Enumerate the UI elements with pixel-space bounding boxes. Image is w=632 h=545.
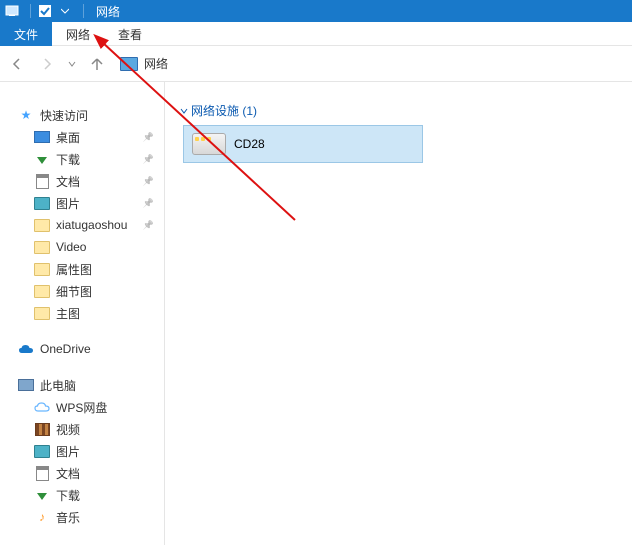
folder-icon [34,261,50,277]
sidebar-group-onedrive: OneDrive [0,338,164,360]
sidebar-item-label: 音乐 [56,509,80,526]
tab-network[interactable]: 网络 [52,22,104,46]
tab-view-label: 查看 [118,26,142,43]
sidebar-thispc[interactable]: 此电脑 [8,374,164,396]
router-icon [192,133,226,155]
network-app-icon [4,3,20,19]
tab-file-label: 文件 [14,26,38,43]
document-icon [34,465,50,481]
device-name: CD28 [234,137,265,151]
sidebar-item-downloads[interactable]: 下载 [8,148,164,170]
sidebar-item-documents[interactable]: 文档 [8,170,164,192]
checkbox-icon[interactable] [37,3,53,19]
sidebar-item-label: 桌面 [56,129,80,146]
film-icon [34,421,50,437]
window-title: 网络 [96,3,120,20]
picture-icon [34,195,50,211]
sidebar-item-label: 文档 [56,465,80,482]
sidebar-item-desktop[interactable]: 桌面 [8,126,164,148]
sidebar-group-quickaccess: ★ 快速访问 桌面 下载 文档 图片 xiatugaoshou Video 属性… [0,104,164,324]
sidebar-item-label: 属性图 [56,261,92,278]
desktop-icon [34,129,50,145]
document-icon [34,173,50,189]
sidebar-onedrive[interactable]: OneDrive [8,338,164,360]
sidebar-item-music[interactable]: ♪ 音乐 [8,506,164,528]
sidebar: ★ 快速访问 桌面 下载 文档 图片 xiatugaoshou Video 属性… [0,82,165,545]
sidebar-quickaccess[interactable]: ★ 快速访问 [8,104,164,126]
folder-icon [34,239,50,255]
nav-back-button[interactable] [6,53,28,75]
nav-up-button[interactable] [86,53,108,75]
sidebar-item-label: 主图 [56,305,80,322]
sidebar-item-documents2[interactable]: 文档 [8,462,164,484]
sidebar-item-video[interactable]: Video [8,236,164,258]
sidebar-item-downloads2[interactable]: 下载 [8,484,164,506]
wps-cloud-icon [34,399,50,415]
sidebar-item-label: WPS网盘 [56,399,107,416]
network-icon [120,57,138,71]
sidebar-item-xiatugaoshou[interactable]: xiatugaoshou [8,214,164,236]
category-label: 网络设施 (1) [191,102,257,119]
folder-icon [34,283,50,299]
tab-view[interactable]: 查看 [104,22,156,46]
folder-icon [34,305,50,321]
sidebar-group-thispc: 此电脑 WPS网盘 视频 图片 文档 下载 ♪ 音乐 [0,374,164,528]
cloud-icon [18,341,34,357]
sidebar-item-label: 文档 [56,173,80,190]
sidebar-item-attr[interactable]: 属性图 [8,258,164,280]
titlebar-separator [83,4,84,18]
sidebar-item-label: 下载 [56,487,80,504]
sidebar-item-pictures2[interactable]: 图片 [8,440,164,462]
sidebar-quickaccess-label: 快速访问 [40,107,88,124]
download-icon [34,487,50,503]
category-header[interactable]: 网络设施 (1) [173,100,624,125]
tab-network-label: 网络 [66,26,90,43]
folder-icon [34,217,50,233]
content-pane[interactable]: 网络设施 (1) CD28 [165,82,632,545]
address-bar[interactable]: 网络 [116,52,626,76]
download-icon [34,151,50,167]
ribbon-tabs: 文件 网络 查看 [0,22,632,46]
sidebar-item-label: 细节图 [56,283,92,300]
sidebar-item-main[interactable]: 主图 [8,302,164,324]
nav-bar: 网络 [0,46,632,82]
dropdown-icon[interactable] [57,3,73,19]
picture-icon [34,443,50,459]
device-tile[interactable]: CD28 [183,125,423,163]
nav-forward-button[interactable] [36,53,58,75]
titlebar-separator [30,4,31,18]
star-icon: ★ [18,107,34,123]
sidebar-item-label: 视频 [56,421,80,438]
chevron-down-icon [179,106,189,116]
sidebar-item-videos[interactable]: 视频 [8,418,164,440]
music-icon: ♪ [34,509,50,525]
tab-file[interactable]: 文件 [0,22,52,46]
body: ★ 快速访问 桌面 下载 文档 图片 xiatugaoshou Video 属性… [0,82,632,545]
sidebar-item-label: Video [56,240,86,254]
sidebar-onedrive-label: OneDrive [40,342,91,356]
breadcrumb-root[interactable]: 网络 [144,55,168,72]
title-bar: 网络 [0,0,632,22]
sidebar-item-label: 图片 [56,195,80,212]
sidebar-item-label: 图片 [56,443,80,460]
sidebar-thispc-label: 此电脑 [40,377,76,394]
pc-icon [18,377,34,393]
sidebar-item-pictures[interactable]: 图片 [8,192,164,214]
sidebar-item-detail[interactable]: 细节图 [8,280,164,302]
nav-history-dropdown[interactable] [66,53,78,75]
sidebar-item-wps[interactable]: WPS网盘 [8,396,164,418]
sidebar-item-label: xiatugaoshou [56,218,127,232]
sidebar-item-label: 下载 [56,151,80,168]
